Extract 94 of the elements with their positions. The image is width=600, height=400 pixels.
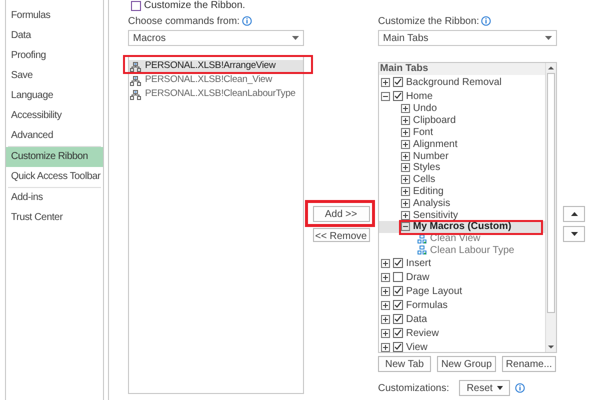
move-up-button[interactable] [563, 206, 585, 222]
tree-item[interactable]: Sensitivity [379, 209, 545, 221]
tree-item[interactable]: Number [379, 150, 545, 162]
tree-item[interactable]: View [379, 340, 545, 352]
expand-icon[interactable] [401, 175, 410, 184]
expand-icon[interactable] [381, 314, 390, 324]
up-arrow-icon [570, 212, 578, 216]
expand-icon[interactable] [401, 186, 410, 196]
reset-button[interactable]: Reset [459, 380, 510, 396]
sidebar-item[interactable]: Trust Center [6, 208, 103, 228]
tree-item[interactable]: Formulas [379, 298, 545, 312]
expand-icon[interactable] [381, 78, 390, 86]
sidebar-item[interactable]: Add-ins [6, 188, 103, 208]
expand-icon[interactable] [381, 286, 390, 296]
highlight-frame [305, 200, 375, 227]
tree-item[interactable]: Home [379, 89, 545, 103]
caret-icon [496, 386, 503, 390]
expand-icon[interactable] [401, 140, 410, 149]
macro-icon [130, 74, 141, 86]
commands-dropdown[interactable]: Macros [128, 30, 304, 46]
sidebar-item[interactable]: Formulas [6, 6, 103, 26]
tree-item[interactable]: Styles [379, 162, 545, 174]
expand-icon[interactable] [381, 258, 390, 268]
checkbox[interactable] [393, 91, 403, 101]
collapse-icon[interactable] [381, 92, 390, 100]
command-item[interactable]: PERSONAL.XLSB!CleanLabourType [129, 88, 303, 100]
expand-icon[interactable] [401, 210, 410, 220]
caret-icon [292, 36, 299, 40]
sidebar-item[interactable]: Data [6, 26, 103, 46]
macro-icon [417, 245, 427, 256]
tree-item[interactable]: Editing [379, 186, 545, 198]
ribbon-dropdown[interactable]: Main Tabs [378, 30, 557, 46]
sidebar-item[interactable]: Accessibility [6, 106, 103, 126]
tree-item[interactable]: Clipboard [379, 114, 545, 127]
tree-item[interactable]: Background Removal [379, 75, 545, 89]
field-label: Customize the Ribbon: [378, 14, 480, 28]
info-icon [515, 383, 526, 393]
sidebar-item[interactable]: Advanced [6, 126, 103, 146]
info-icon [242, 16, 252, 26]
macro-icon [417, 234, 427, 244]
command-item[interactable]: PERSONAL.XLSB!Clean_View [129, 74, 303, 86]
tree-item[interactable]: Clean Labour Type [379, 244, 545, 256]
remove-button[interactable]: << Remove [312, 228, 370, 242]
sidebar-item[interactable]: Quick Access Toolbar [6, 167, 103, 187]
checkbox[interactable] [393, 300, 403, 310]
checkbox[interactable] [393, 286, 403, 296]
tree-item[interactable]: Undo [379, 103, 545, 115]
sidebar-item[interactable]: Save [6, 66, 103, 86]
tree-item[interactable]: Alignment [379, 138, 545, 150]
expand-icon[interactable] [381, 300, 390, 310]
checkbox[interactable] [393, 314, 403, 324]
tree-item[interactable]: Font [379, 126, 545, 138]
checkbox[interactable] [393, 342, 403, 352]
checkbox[interactable] [393, 77, 403, 87]
expand-icon[interactable] [401, 128, 410, 137]
expand-icon[interactable] [401, 163, 410, 172]
new-tab-button[interactable]: New Tab [378, 356, 431, 372]
tree-item[interactable]: Draw [379, 270, 545, 284]
down-arrow-icon [570, 232, 578, 236]
rename-button[interactable]: Rename... [502, 356, 556, 372]
new-group-button[interactable]: New Group [437, 356, 496, 372]
section-heading: Customize the Ribbon. [144, 0, 246, 12]
expand-icon[interactable] [381, 328, 390, 338]
sidebar-item[interactable]: Proofing [6, 46, 103, 66]
tree-item[interactable]: Data [379, 312, 545, 326]
expand-icon[interactable] [401, 198, 410, 208]
tree-item[interactable]: Review [379, 326, 545, 340]
checkbox[interactable] [393, 272, 403, 282]
expand-icon[interactable] [401, 104, 410, 114]
caret-icon [545, 36, 552, 40]
field-label: Choose commands from: [128, 14, 240, 28]
checkbox[interactable] [393, 258, 403, 268]
tree-item[interactable]: Cells [379, 174, 545, 186]
scrollbar[interactable] [545, 63, 556, 352]
macro-icon [130, 60, 141, 72]
tree-item[interactable]: Insert [379, 256, 545, 270]
sidebar-item[interactable]: Customize Ribbon [6, 147, 103, 167]
tree-item[interactable]: Analysis [379, 197, 545, 210]
expand-icon[interactable] [381, 272, 390, 282]
sidebar-item[interactable]: Language [6, 86, 103, 106]
expand-icon[interactable] [401, 152, 410, 161]
add-button[interactable]: Add >> [312, 206, 370, 222]
command-item[interactable]: PERSONAL.XLSB!ArrangeView [129, 60, 303, 72]
checkbox[interactable] [393, 328, 403, 338]
tree-item[interactable]: Page Layout [379, 284, 545, 298]
info-icon [481, 16, 492, 26]
macro-icon [130, 88, 141, 100]
collapse-icon[interactable] [401, 222, 410, 232]
scroll-thumb[interactable] [547, 73, 555, 313]
field-label: Customizations: [378, 382, 450, 396]
expand-icon[interactable] [381, 342, 390, 352]
expand-icon[interactable] [401, 116, 410, 126]
tree-header: Main Tabs [379, 63, 545, 75]
move-down-button[interactable] [563, 226, 585, 242]
